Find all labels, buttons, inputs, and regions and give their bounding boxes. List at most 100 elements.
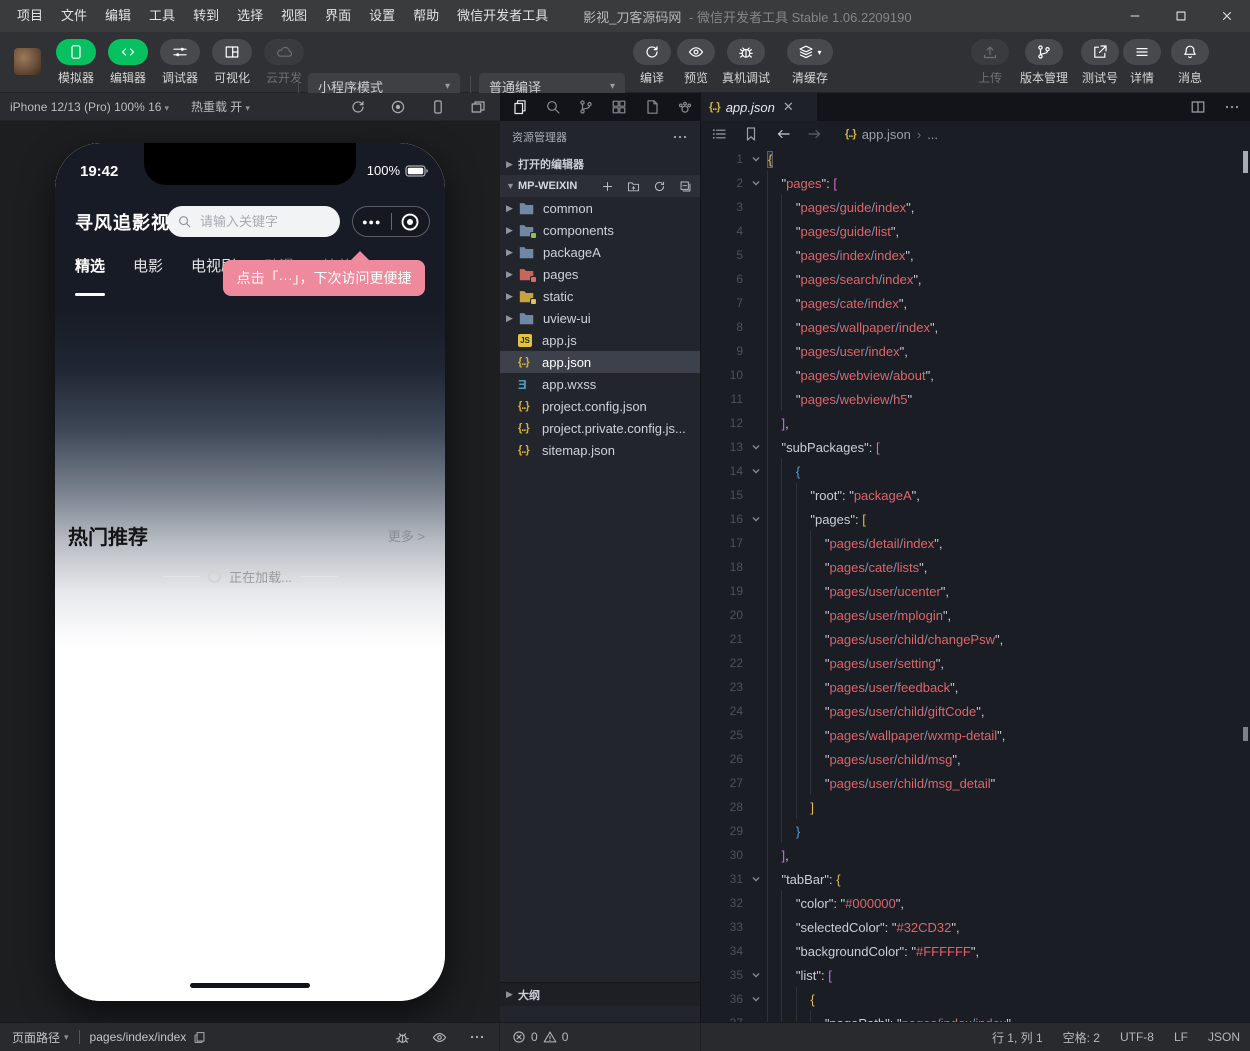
tree-item-packageA[interactable]: ▶packageA	[500, 241, 700, 263]
line-number[interactable]: 31	[701, 872, 745, 886]
line-number[interactable]: 10	[701, 368, 745, 382]
bookmark-icon[interactable]	[743, 126, 759, 142]
fold-chevron-icon[interactable]	[745, 154, 767, 164]
menu-item-view[interactable]: 视图	[272, 0, 316, 32]
maximize-button[interactable]	[1158, 0, 1204, 32]
visualizer-button[interactable]: 可视化	[208, 39, 256, 86]
search-input[interactable]	[198, 213, 318, 230]
line-number[interactable]: 2	[701, 176, 745, 190]
project-root-row[interactable]: ▼ MP-WEIXIN	[500, 175, 700, 197]
line-number[interactable]: 23	[701, 680, 745, 694]
line-number[interactable]: 30	[701, 848, 745, 862]
tree-item-static[interactable]: ▶static	[500, 285, 700, 307]
clear-cache-button[interactable]: ▾清缓存	[780, 39, 840, 86]
cloud-dev-button[interactable]: 云开发	[260, 39, 308, 86]
status-eol[interactable]: LF	[1174, 1030, 1188, 1044]
messages-button[interactable]: 消息	[1168, 39, 1212, 86]
upload-button[interactable]: 上传	[968, 39, 1012, 86]
line-number[interactable]: 3	[701, 200, 745, 214]
line-number[interactable]: 15	[701, 488, 745, 502]
fold-chevron-icon[interactable]	[745, 466, 767, 476]
more-link[interactable]: 更多 >	[388, 526, 425, 545]
line-number[interactable]: 25	[701, 728, 745, 742]
menu-item-project[interactable]: 项目	[8, 0, 52, 32]
line-number[interactable]: 11	[701, 392, 745, 406]
line-number[interactable]: 29	[701, 824, 745, 838]
device-frame-icon[interactable]	[430, 99, 446, 115]
line-number[interactable]: 34	[701, 944, 745, 958]
paw-icon[interactable]	[677, 99, 693, 115]
tree-item-components[interactable]: ▶components	[500, 219, 700, 241]
source-control-icon[interactable]	[578, 99, 594, 115]
multi-window-icon[interactable]	[470, 99, 486, 115]
files-icon[interactable]	[512, 99, 528, 115]
line-number[interactable]: 35	[701, 968, 745, 982]
editor-tab-app-json[interactable]: {..} app.json ✕	[701, 93, 817, 121]
line-number[interactable]: 28	[701, 800, 745, 814]
tree-item-project-private-config[interactable]: {..}project.private.config.js...	[500, 417, 700, 439]
menu-item-devtools[interactable]: 微信开发者工具	[448, 0, 557, 32]
menu-item-help[interactable]: 帮助	[404, 0, 448, 32]
line-number[interactable]: 9	[701, 344, 745, 358]
vconsole-icon[interactable]	[395, 1029, 410, 1045]
tree-item-pages[interactable]: ▶pages	[500, 263, 700, 285]
phone-tab-1[interactable]: 精选	[75, 255, 105, 276]
breadcrumb-more[interactable]: ...	[927, 127, 938, 142]
line-number[interactable]: 17	[701, 536, 745, 550]
tree-item-uview-ui[interactable]: ▶uview-ui	[500, 307, 700, 329]
fold-chevron-icon[interactable]	[745, 442, 767, 452]
line-number[interactable]: 5	[701, 248, 745, 262]
line-number[interactable]: 7	[701, 296, 745, 310]
line-number[interactable]: 1	[701, 152, 745, 166]
line-number[interactable]: 14	[701, 464, 745, 478]
open-editors-section[interactable]: ▶ 打开的编辑器	[500, 153, 700, 175]
search-bar[interactable]	[167, 206, 340, 237]
fold-chevron-icon[interactable]	[745, 994, 767, 1004]
hot-reload-toggle[interactable]: 热重载 开▾	[191, 98, 250, 115]
split-editor-icon[interactable]	[1190, 99, 1206, 115]
explorer-more-icon[interactable]	[672, 129, 688, 145]
menu-item-settings[interactable]: 设置	[360, 0, 404, 32]
status-cursor-position[interactable]: 行 1, 列 1	[992, 1029, 1043, 1046]
tree-item-common[interactable]: ▶common	[500, 197, 700, 219]
more-actions-icon[interactable]	[1224, 99, 1240, 115]
line-number[interactable]: 21	[701, 632, 745, 646]
line-number[interactable]: 4	[701, 224, 745, 238]
device-debug-button[interactable]: 真机调试	[716, 39, 776, 86]
record-icon[interactable]	[390, 99, 406, 115]
menu-item-interface[interactable]: 界面	[316, 0, 360, 32]
close-target-icon[interactable]	[392, 212, 430, 232]
wechat-capsule[interactable]: ●●●	[352, 206, 430, 237]
close-button[interactable]	[1204, 0, 1250, 32]
editor-button[interactable]: 编辑器	[104, 39, 152, 86]
new-folder-icon[interactable]	[627, 180, 640, 193]
tree-item-sitemap[interactable]: {..}sitemap.json	[500, 439, 700, 461]
phone-tab-2[interactable]: 电影	[133, 255, 163, 276]
line-number[interactable]: 19	[701, 584, 745, 598]
compile-button[interactable]: 编译	[630, 39, 674, 86]
page-path-label[interactable]: 页面路径	[12, 1029, 60, 1046]
line-number[interactable]: 20	[701, 608, 745, 622]
device-select[interactable]: iPhone 12/13 (Pro) 100% 16▾	[10, 100, 169, 114]
menu-item-edit[interactable]: 编辑	[96, 0, 140, 32]
tree-item-app-wxss[interactable]: Ǝapp.wxss	[500, 373, 700, 395]
outline-section[interactable]: ▶ 大纲	[500, 982, 700, 1006]
fold-chevron-icon[interactable]	[745, 874, 767, 884]
menu-item-file[interactable]: 文件	[52, 0, 96, 32]
status-encoding[interactable]: UTF-8	[1120, 1030, 1154, 1044]
menu-item-goto[interactable]: 转到	[184, 0, 228, 32]
fold-chevron-icon[interactable]	[745, 970, 767, 980]
details-button[interactable]: 详情	[1120, 39, 1164, 86]
line-number[interactable]: 13	[701, 440, 745, 454]
fold-chevron-icon[interactable]	[745, 178, 767, 188]
line-number[interactable]: 24	[701, 704, 745, 718]
copy-path-icon[interactable]	[193, 1031, 206, 1044]
line-number[interactable]: 36	[701, 992, 745, 1006]
menu-item-select[interactable]: 选择	[228, 0, 272, 32]
line-number[interactable]: 8	[701, 320, 745, 334]
tree-item-project-config[interactable]: {..}project.config.json	[500, 395, 700, 417]
code-area[interactable]: 1{2"pages": [3"pages/guide/index",4"page…	[701, 147, 1250, 1022]
line-number[interactable]: 33	[701, 920, 745, 934]
avatar[interactable]	[14, 48, 41, 75]
new-file-icon[interactable]	[601, 180, 614, 193]
